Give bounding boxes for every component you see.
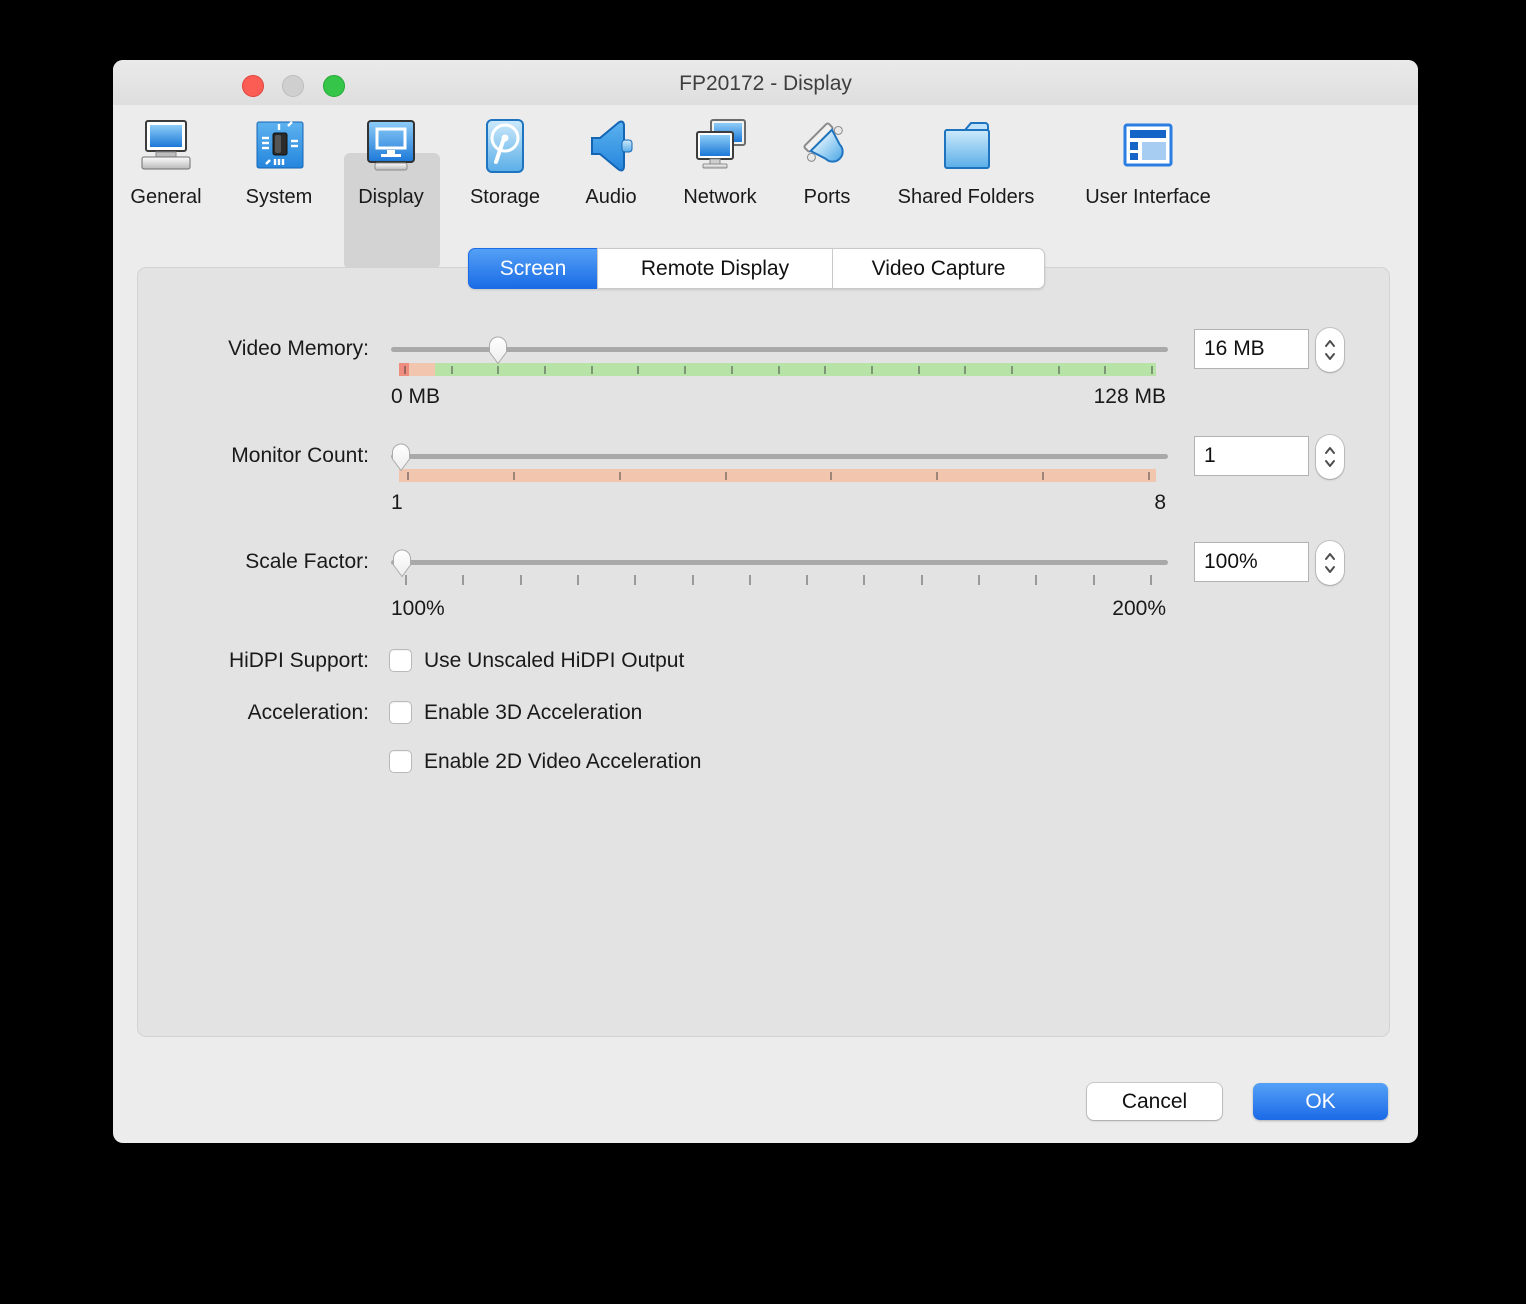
slider-tick (404, 366, 406, 374)
slider-tick (1092, 575, 1095, 585)
video-memory-min-label: 0 MB (391, 385, 441, 408)
window-title: FP20172 - Display (679, 72, 852, 95)
toolbar-item-shared-folders[interactable]: Shared Folders (891, 108, 1041, 209)
slider-tick (1057, 366, 1060, 374)
slider-tick (512, 472, 515, 480)
slider-tick (684, 366, 687, 374)
slider-tick (806, 575, 809, 585)
ports-connector-icon (803, 122, 844, 163)
monitor-count-min-label: 1 (391, 491, 403, 514)
slider-tick (637, 366, 640, 374)
monitor-count-label: Monitor Count: (231, 444, 369, 467)
enable-2d-acceleration-checkbox[interactable] (389, 750, 412, 773)
titlebar: FP20172 - Display (113, 60, 1418, 105)
slider-tick (450, 366, 453, 374)
monitor-count-max-label: 8 (1154, 491, 1166, 514)
enable-2d-acceleration-label[interactable]: Enable 2D Video Acceleration (424, 749, 701, 775)
video-memory-range-bar (399, 363, 1156, 376)
slider-tick (1150, 575, 1152, 585)
video-memory-max-label: 128 MB (1093, 385, 1166, 408)
toolbar-item-ports[interactable]: Ports (752, 108, 902, 209)
slider-tick (1035, 575, 1038, 585)
video-memory-label: Video Memory: (228, 337, 369, 360)
hidpi-checkbox[interactable] (389, 649, 412, 672)
monitor-count-range-bar (399, 469, 1156, 482)
ok-button[interactable]: OK (1253, 1083, 1388, 1120)
storage-disk-icon (486, 119, 524, 173)
slider-tick (1042, 472, 1045, 480)
slider-tick (497, 366, 500, 374)
general-monitor-icon (141, 120, 191, 170)
slider-tick (1151, 366, 1153, 374)
slider-tick (824, 366, 827, 374)
toolbar-item-label: User Interface (1085, 186, 1211, 208)
slider-tick (576, 575, 579, 585)
enable-3d-acceleration-label[interactable]: Enable 3D Acceleration (424, 700, 642, 726)
slider-tick (936, 472, 939, 480)
hidpi-checkbox-label[interactable]: Use Unscaled HiDPI Output (424, 648, 684, 674)
network-monitors-icon (696, 119, 746, 169)
system-chip-icon (256, 121, 304, 169)
slider-tick (1010, 366, 1013, 374)
slider-tick (691, 575, 694, 585)
toolbar-item-label: Ports (803, 186, 851, 208)
shared-folder-icon (944, 122, 990, 169)
slider-tick (590, 366, 593, 374)
slider-tick (724, 472, 727, 480)
slider-tick (519, 575, 522, 585)
acceleration-label: Acceleration: (247, 701, 369, 724)
video-memory-slider-thumb[interactable] (485, 333, 511, 365)
monitor-count-slider-track[interactable] (391, 454, 1168, 459)
display-monitor-icon (367, 120, 415, 171)
screen-settings-panel: Video Memory: 0 MB 128 MB Monitor Count: (137, 267, 1390, 1037)
stepper-arrows-icon (1325, 553, 1335, 573)
slider-tick (830, 472, 833, 480)
slider-tick (920, 575, 923, 585)
slider-tick (1104, 366, 1107, 374)
slider-tick (964, 366, 967, 374)
stepper-arrows-icon (1325, 447, 1335, 467)
slider-tick (544, 366, 547, 374)
user-interface-icon (1123, 123, 1173, 167)
slider-tick (870, 366, 873, 374)
slider-tick (1148, 472, 1150, 480)
hidpi-support-label: HiDPI Support: (228, 649, 369, 672)
monitor-count-stepper[interactable] (1316, 435, 1344, 479)
slider-tick (730, 366, 733, 374)
enable-3d-acceleration-checkbox[interactable] (389, 701, 412, 724)
cancel-button[interactable]: Cancel (1087, 1083, 1222, 1120)
slider-tick (618, 472, 621, 480)
range-warning-orange (409, 363, 435, 376)
video-memory-field[interactable] (1194, 329, 1309, 369)
scale-factor-field[interactable] (1194, 542, 1309, 582)
scale-factor-max-label: 200% (1112, 597, 1166, 620)
slider-tick (748, 575, 751, 585)
monitor-count-field[interactable] (1194, 436, 1309, 476)
slider-tick (863, 575, 866, 585)
stepper-arrows-icon (1325, 340, 1335, 360)
slider-tick (917, 366, 920, 374)
monitor-count-slider-thumb[interactable] (388, 440, 414, 472)
scale-factor-slider-track[interactable] (391, 560, 1168, 565)
scale-factor-stepper[interactable] (1316, 541, 1344, 585)
tab-bar: Screen Remote Display Video Capture (468, 248, 1045, 289)
slider-tick (407, 472, 409, 480)
scale-factor-slider-thumb[interactable] (389, 546, 415, 578)
scale-factor-min-label: 100% (391, 597, 445, 620)
tab-remote-display[interactable]: Remote Display (597, 248, 833, 289)
toolbar-item-label: Shared Folders (897, 186, 1035, 208)
slider-tick (462, 575, 465, 585)
tab-screen[interactable]: Screen (468, 248, 598, 289)
toolbar-item-user-interface[interactable]: User Interface (1073, 108, 1223, 209)
video-memory-stepper[interactable] (1316, 328, 1344, 372)
settings-window: FP20172 - Display General System Display… (113, 60, 1418, 1143)
scale-factor-label: Scale Factor: (245, 550, 369, 573)
scale-factor-ticks (399, 575, 1156, 585)
slider-tick (777, 366, 780, 374)
slider-tick (634, 575, 637, 585)
tab-video-capture[interactable]: Video Capture (832, 248, 1045, 289)
slider-tick (978, 575, 981, 585)
audio-speaker-icon (591, 120, 633, 172)
